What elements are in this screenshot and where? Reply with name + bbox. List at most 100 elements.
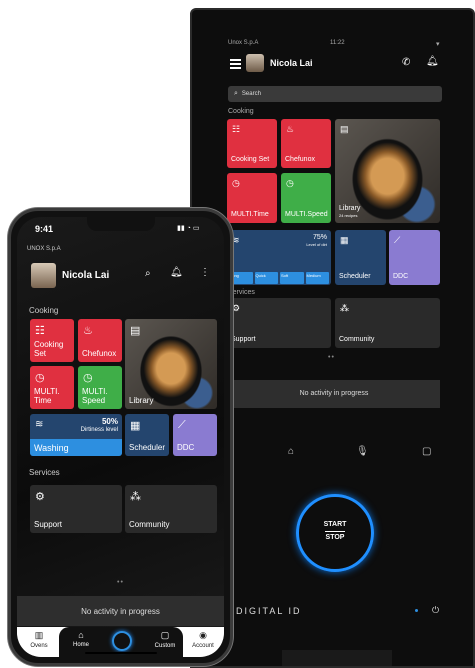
multi-time-label: MULTI.Time (231, 211, 269, 218)
tablet-nav-bar: ⌐ ⌂ 🎙︎ ▢ (228, 446, 438, 460)
chef-hat-icon: ♨ (286, 124, 295, 134)
scheduler-tile[interactable]: ▦ Scheduler (335, 230, 386, 285)
power-icon[interactable]: ⏻ (432, 605, 439, 616)
washing-button[interactable]: Washing (30, 439, 122, 456)
chart-line-icon: ⟋ (394, 235, 401, 245)
library-tile[interactable]: ▤ Library 24 recipes (335, 119, 440, 223)
support-icon: ⚙ (35, 491, 45, 503)
ddc-label: DDC (177, 443, 195, 452)
ddc-label: DDC (393, 273, 409, 280)
nav-custom[interactable]: ▢ Custom (147, 630, 183, 649)
more-icon[interactable]: ⋮ (200, 267, 210, 278)
user-name: Nicola Lai (270, 58, 313, 68)
services-heading: Services (29, 468, 60, 477)
cooking-set-tile[interactable]: ☷ Cooking Set (227, 119, 277, 168)
company-name: UNOX S.p.A (27, 246, 61, 252)
multi-speed-icon: ◷ (83, 372, 93, 384)
no-activity-banner: No activity in progress (228, 380, 440, 408)
search-icon: ⌕ (234, 90, 238, 97)
account-icon: ◉ (199, 630, 207, 640)
book-icon: ▤ (340, 124, 349, 134)
chefunox-tile[interactable]: ♨ Chefunox (78, 319, 122, 362)
dirtiness-label: Level of dirt (306, 242, 327, 247)
nav-home-label: Home (72, 642, 89, 648)
tablet-header: Nicola Lai ✆ 🔔︎ (230, 52, 445, 76)
tablet-clock: 11:22 (330, 40, 345, 46)
tablet-status-bar: Unox S.p.A 11:22 ▾ (192, 40, 473, 50)
wash-mode-quick[interactable]: Quick (254, 272, 278, 284)
sliders-icon: ☷ (232, 124, 241, 134)
support-label: Support (231, 336, 256, 343)
user-name: Nicola Lai (62, 270, 110, 281)
library-count: 24 recipes (339, 213, 358, 218)
nav-ovens[interactable]: ▥ Ovens (21, 630, 57, 649)
multi-time-tile[interactable]: ◷ MULTI.Time (227, 173, 277, 223)
community-tile[interactable]: ⁂ Community (335, 298, 440, 348)
phone-screen: 9:41 ▮▮ ◔ ▭ UNOX S.p.A Nicola Lai ⌕ 🔔︎ ⋮… (17, 217, 224, 657)
wash-mode-soft[interactable]: Soft (280, 272, 304, 284)
start-label: START (323, 521, 347, 528)
wifi-icon: ▾ (436, 41, 440, 48)
washing-icon: ≋ (232, 235, 240, 245)
calendar-icon: ▦ (130, 420, 141, 432)
sliders-icon: ☷ (35, 325, 45, 337)
support-icon: ⚙ (232, 303, 241, 313)
multi-speed-label: MULTI.Speed (285, 211, 328, 218)
multi-speed-tile[interactable]: ◷ MULTI.Speed (281, 173, 331, 223)
multi-time-tile[interactable]: ◷ MULTI. Time (30, 366, 74, 409)
cooking-set-label: Cooking Set (231, 156, 270, 163)
washing-tile[interactable]: ≋ 75% Level of dirt Long Quick Soft Medi… (227, 230, 331, 285)
support-tile[interactable]: ⚙ Support (227, 298, 331, 348)
ddc-tile[interactable]: ⟋ DDC (173, 414, 217, 456)
status-time: 9:41 (35, 224, 54, 234)
community-label: Community (339, 336, 375, 343)
start-stop-button[interactable]: START STOP (296, 494, 374, 572)
community-tile[interactable]: ⁂ Community (125, 485, 217, 533)
page-dots: •• (328, 354, 335, 361)
cooking-heading: Cooking (228, 108, 254, 115)
phone-device: 9:41 ▮▮ ◔ ▭ UNOX S.p.A Nicola Lai ⌕ 🔔︎ ⋮… (8, 208, 233, 666)
microphone-icon[interactable]: 🎙︎ (356, 446, 369, 457)
cooking-heading: Cooking (29, 306, 59, 315)
nav-account-label: Account (192, 643, 214, 649)
cooking-set-tile[interactable]: ☷ Cooking Set (30, 319, 74, 362)
digital-id-logo: DIGITAL ID (236, 606, 302, 616)
square-icon[interactable]: ▢ (422, 446, 431, 457)
bell-icon[interactable]: 🔔︎ (426, 56, 439, 67)
cooking-set-label: Cooking Set (34, 340, 64, 358)
chefunox-tile[interactable]: ♨ Chefunox (281, 119, 331, 168)
bell-icon[interactable]: 🔔︎ (170, 267, 183, 278)
community-label: Community (129, 520, 170, 529)
scheduler-tile[interactable]: ▦ Scheduler (125, 414, 169, 456)
avatar[interactable] (246, 54, 264, 72)
dirtiness-value: 50% (101, 417, 118, 426)
dirtiness-value: 75% (312, 234, 327, 241)
multi-speed-label: MULTI. Speed (82, 387, 108, 405)
search-input[interactable]: ⌕ Search (228, 86, 442, 102)
tablet-stand (282, 650, 392, 666)
notch (87, 217, 155, 231)
phone-icon[interactable]: ✆ (402, 57, 410, 68)
search-icon[interactable]: ⌕ (145, 268, 151, 279)
multi-time-icon: ◷ (232, 178, 240, 188)
washing-tile[interactable]: ≋ 50% Dirtiness level Washing (30, 414, 122, 456)
avatar[interactable] (31, 263, 56, 288)
ddc-tile[interactable]: ⟋ DDC (389, 230, 440, 285)
custom-icon: ▢ (160, 630, 170, 640)
nav-account[interactable]: ◉ Account (185, 630, 221, 649)
support-tile[interactable]: ⚙ Support (30, 485, 122, 533)
multi-speed-tile[interactable]: ◷ MULTI. Speed (78, 366, 122, 409)
chart-line-icon: ⟋ (178, 419, 186, 431)
home-icon[interactable]: ⌂ (288, 446, 294, 457)
tablet-company: Unox S.p.A (228, 40, 259, 46)
calendar-icon: ▦ (340, 235, 349, 245)
nav-custom-label: Custom (154, 643, 176, 649)
stop-label: STOP (325, 534, 345, 541)
wash-mode-medium[interactable]: Medium (305, 272, 329, 284)
start-stop-button[interactable] (112, 631, 132, 651)
library-tile[interactable]: ▤ Library (125, 319, 217, 409)
nav-home[interactable]: ⌂ Home (63, 630, 99, 648)
chef-hat-icon: ♨ (83, 325, 93, 337)
menu-icon[interactable] (230, 59, 241, 69)
chefunox-label: Chefunox (285, 156, 315, 163)
